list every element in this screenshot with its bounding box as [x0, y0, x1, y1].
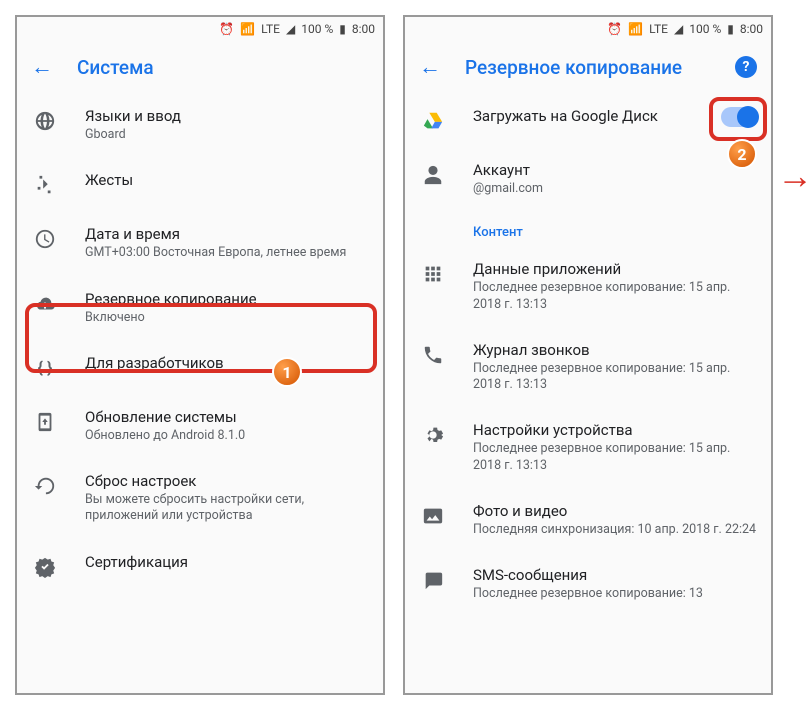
page-title: Система	[77, 56, 369, 79]
item-title: Резервное копирование	[85, 290, 369, 308]
item-title: Для разработчиков	[85, 354, 369, 372]
item-sms[interactable]: SMS-сообщения Последнее резервное копиро…	[405, 552, 771, 616]
item-datetime[interactable]: Дата и время GMT+03:00 Восточная Европа,…	[17, 211, 383, 275]
header: ← Резервное копирование ?	[405, 41, 771, 93]
wifi-icon: 📶	[628, 22, 643, 36]
item-backup[interactable]: Резервное копирование Включено	[17, 276, 383, 340]
item-reset[interactable]: Сброс настроек Вы можете сбросить настро…	[17, 458, 383, 539]
lte-icon: LTE	[261, 22, 280, 36]
wifi-icon: 📶	[240, 22, 255, 36]
verified-icon	[33, 555, 57, 579]
clock-icon	[33, 227, 57, 251]
item-gestures[interactable]: Жесты	[17, 157, 383, 211]
image-icon	[421, 504, 445, 528]
item-device-settings[interactable]: Настройки устройства Последнее резервное…	[405, 407, 771, 488]
item-sub: Последняя синхронизация: 10 апр. 2018 г.…	[473, 522, 757, 538]
item-title: Аккаунт	[473, 161, 757, 179]
item-upload-drive[interactable]: Загружать на Google Диск	[405, 93, 771, 147]
cloud-upload-icon	[33, 292, 57, 316]
item-sub: Последнее резервное копирование: 15 апр.…	[473, 361, 757, 394]
item-app-data[interactable]: Данные приложений Последнее резервное ко…	[405, 246, 771, 327]
item-title: Обновление системы	[85, 408, 369, 426]
status-bar: ⏰ 📶 LTE ◢ 100 % ▮ 8:00	[405, 17, 771, 41]
item-title: Журнал звонков	[473, 341, 757, 359]
header: ← Система	[17, 41, 383, 93]
alarm-icon: ⏰	[219, 22, 234, 36]
item-title: SMS-сообщения	[473, 566, 757, 584]
item-title: Сброс настроек	[85, 472, 369, 490]
item-title: Данные приложений	[473, 260, 757, 278]
item-title: Жесты	[85, 171, 369, 189]
clock-text: 8:00	[740, 22, 763, 36]
google-drive-icon	[421, 109, 445, 133]
battery-text: 100 %	[689, 22, 721, 36]
gestures-icon	[33, 173, 57, 197]
item-title: Дата и время	[85, 225, 369, 243]
phone-right: ⏰ 📶 LTE ◢ 100 % ▮ 8:00 ← Резервное копир…	[403, 15, 773, 695]
item-title: Сертификация	[85, 553, 369, 571]
status-bar: ⏰ 📶 LTE ◢ 100 % ▮ 8:00	[17, 17, 383, 41]
item-title: Языки и ввод	[85, 107, 369, 125]
battery-text: 100 %	[301, 22, 333, 36]
back-arrow-icon[interactable]: ←	[31, 54, 53, 80]
signal-icon: ◢	[674, 22, 683, 36]
item-title: Загружать на Google Диск	[473, 107, 693, 125]
clock-text: 8:00	[352, 22, 375, 36]
item-languages[interactable]: Языки и ввод Gboard	[17, 93, 383, 157]
phone-icon	[421, 343, 445, 367]
braces-icon: { }	[33, 356, 57, 380]
globe-icon	[33, 109, 57, 133]
item-cert[interactable]: Сертификация	[17, 539, 383, 593]
page-title: Резервное копирование	[465, 56, 711, 79]
arrow-right-icon: →	[777, 155, 809, 197]
item-sub: Обновлено до Android 8.1.0	[85, 428, 369, 444]
item-sub: GMT+03:00 Восточная Европа, летнее время	[85, 245, 369, 261]
item-account[interactable]: Аккаунт @gmail.com	[405, 147, 771, 211]
message-icon	[421, 568, 445, 592]
help-icon[interactable]: ?	[735, 56, 757, 78]
lte-icon: LTE	[649, 22, 668, 36]
back-arrow-icon[interactable]: ←	[419, 54, 441, 80]
signal-icon: ◢	[286, 22, 295, 36]
battery-icon: ▮	[339, 22, 346, 36]
item-call-log[interactable]: Журнал звонков Последнее резервное копир…	[405, 327, 771, 408]
item-sub: @gmail.com	[473, 181, 757, 197]
apps-icon	[421, 262, 445, 286]
item-photos[interactable]: Фото и видео Последняя синхронизация: 10…	[405, 488, 771, 552]
upload-toggle[interactable]	[721, 107, 757, 127]
restore-icon	[33, 474, 57, 498]
phone-left: ⏰ 📶 LTE ◢ 100 % ▮ 8:00 ← Система Языки и…	[15, 15, 385, 695]
battery-icon: ▮	[727, 22, 734, 36]
item-developer[interactable]: { } Для разработчиков	[17, 340, 383, 394]
toggle-knob	[737, 106, 759, 128]
item-sub: Вы можете сбросить настройки сети, прило…	[85, 492, 369, 525]
alarm-icon: ⏰	[607, 22, 622, 36]
item-title: Настройки устройства	[473, 421, 757, 439]
item-sub: Последнее резервное копирование: 15 апр.…	[473, 280, 757, 313]
gear-icon	[421, 423, 445, 447]
item-sub: Включено	[85, 310, 369, 326]
item-title: Фото и видео	[473, 502, 757, 520]
item-update[interactable]: Обновление системы Обновлено до Android …	[17, 394, 383, 458]
section-content: Контент	[405, 211, 771, 246]
account-icon	[421, 163, 445, 187]
system-update-icon	[33, 410, 57, 434]
item-sub: Последнее резервное копирование: 15 апр.…	[473, 441, 757, 474]
item-sub: Последнее резервное копирование: 13	[473, 586, 757, 602]
item-sub: Gboard	[85, 127, 369, 143]
